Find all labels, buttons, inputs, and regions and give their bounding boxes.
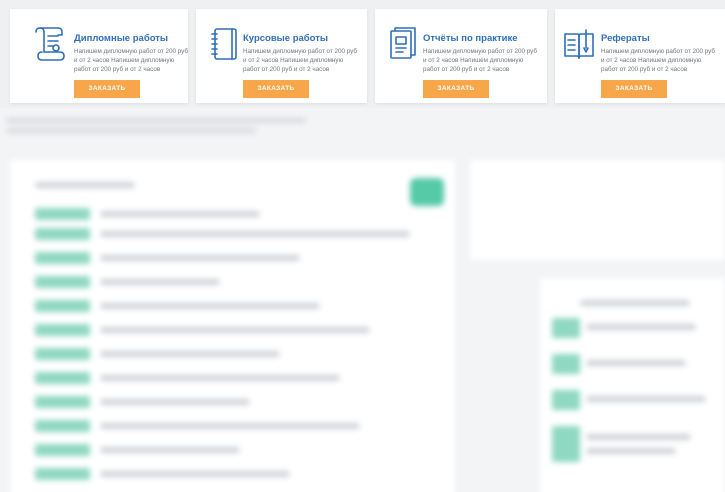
blurred-line	[586, 360, 686, 366]
blurred-line	[35, 182, 135, 188]
blurred-row-marker	[35, 444, 90, 456]
services-cards-row: Дипломные работы Напишем дипломную работ…	[0, 0, 725, 108]
diploma-scroll-icon	[32, 26, 66, 62]
service-card-diploma: Дипломные работы Напишем дипломную работ…	[10, 9, 188, 103]
essay-book-icon	[562, 26, 596, 62]
service-card-coursework: Курсовые работы Напишем дипломную работ …	[196, 9, 367, 103]
blurred-list-panel	[10, 160, 455, 492]
blurred-line	[100, 211, 260, 217]
service-title: Рефераты	[601, 33, 650, 44]
blurred-row-marker	[552, 354, 580, 374]
blurred-line	[100, 255, 300, 261]
blurred-line	[100, 231, 410, 237]
service-description: Напишем дипломную работ от 200 руб и от …	[243, 48, 358, 73]
blurred-side-panel	[540, 278, 725, 492]
blurred-row-marker	[35, 324, 90, 336]
blurred-line	[6, 128, 256, 133]
service-title: Курсовые работы	[243, 33, 329, 44]
blurred-row-marker	[35, 276, 90, 288]
blurred-line	[100, 423, 360, 429]
blurred-line	[100, 351, 280, 357]
blurred-row-marker	[35, 468, 90, 480]
blurred-side-panel	[470, 160, 725, 260]
service-title: Отчёты по практике	[423, 33, 518, 44]
order-button[interactable]: ЗАКАЗАТЬ	[423, 80, 489, 98]
service-description: Напишем дипломную работ от 200 руб и от …	[601, 48, 716, 73]
blurred-row-marker	[35, 252, 90, 264]
order-button[interactable]: ЗАКАЗАТЬ	[601, 80, 667, 98]
blurred-line	[100, 399, 250, 405]
blurred-line	[586, 434, 691, 440]
service-card-practice-report: Отчёты по практике Напишем дипломную раб…	[375, 9, 547, 103]
order-button[interactable]: ЗАКАЗАТЬ	[74, 80, 140, 98]
notebook-icon	[208, 26, 242, 62]
blurred-accent-block	[410, 178, 444, 206]
blurred-line	[586, 324, 696, 330]
blurred-row-marker	[35, 208, 90, 220]
blurred-row-marker	[552, 426, 580, 462]
blurred-line	[6, 118, 306, 123]
blurred-line	[580, 300, 690, 306]
blurred-line	[100, 471, 290, 477]
blurred-row-marker	[35, 300, 90, 312]
blurred-row-marker	[35, 372, 90, 384]
report-folder-icon	[387, 26, 421, 62]
blurred-line	[100, 279, 220, 285]
blurred-row-marker	[35, 420, 90, 432]
blurred-line	[586, 448, 676, 454]
service-card-essay: Рефераты Напишем дипломную работ от 200 …	[555, 9, 725, 103]
service-description: Напишем дипломную работ от 200 руб и от …	[74, 48, 189, 73]
service-description: Напишем дипломную работ от 200 руб и от …	[423, 48, 538, 73]
order-button[interactable]: ЗАКАЗАТЬ	[243, 80, 309, 98]
blurred-row-marker	[35, 348, 90, 360]
blurred-row-marker	[35, 228, 90, 240]
blurred-line	[100, 447, 240, 453]
blurred-line	[100, 375, 340, 381]
blurred-row-marker	[552, 318, 580, 338]
blurred-line	[100, 303, 320, 309]
blurred-line	[100, 327, 370, 333]
blurred-row-marker	[35, 396, 90, 408]
blurred-content-area	[0, 108, 725, 492]
blurred-content	[0, 108, 725, 492]
service-title: Дипломные работы	[74, 33, 169, 44]
blurred-row-marker	[552, 390, 580, 410]
blurred-line	[586, 396, 706, 402]
